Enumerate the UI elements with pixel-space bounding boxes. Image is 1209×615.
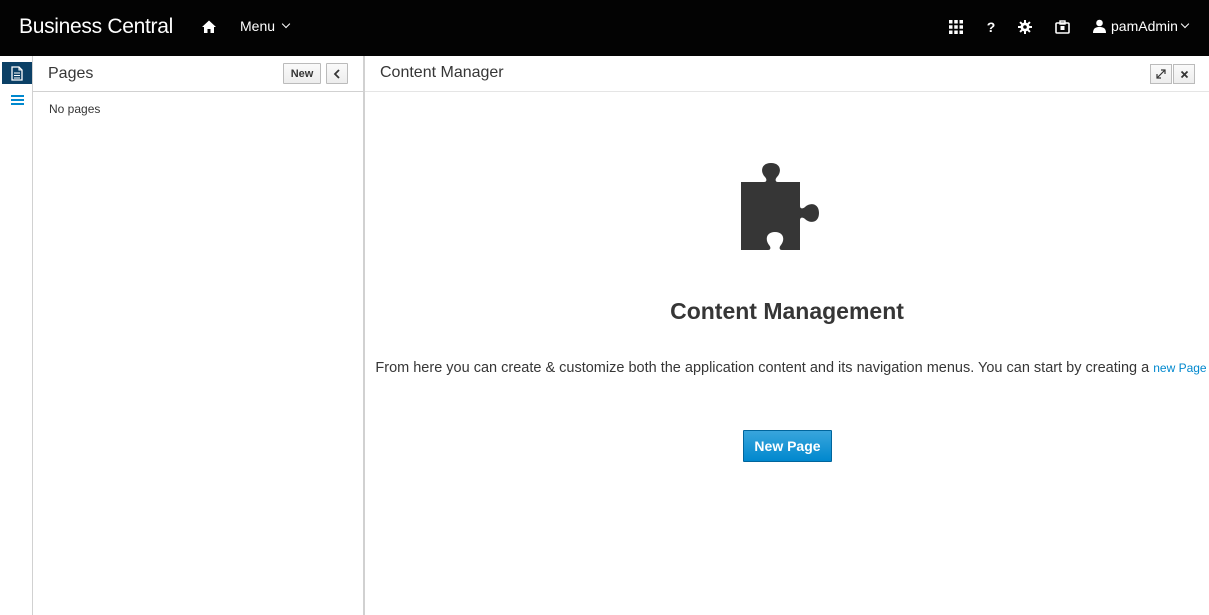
content-management-heading: Content Management — [670, 298, 904, 324]
puzzle-piece-icon — [741, 163, 819, 250]
menu-label: Menu — [240, 18, 276, 34]
apps-grid-icon[interactable] — [947, 18, 965, 36]
expand-icon — [1156, 69, 1166, 79]
chevron-left-icon — [333, 68, 340, 79]
pages-toggle-button[interactable] — [2, 62, 32, 84]
user-menu[interactable]: pamAdmin — [1093, 18, 1190, 34]
chevron-down-icon — [1180, 19, 1190, 29]
empty-pages-message: No pages — [49, 102, 101, 116]
pages-panel-header: Pages New — [33, 56, 363, 92]
chevron-down-icon — [281, 19, 291, 29]
left-icon-rail — [0, 56, 33, 615]
content-panel-title: Content Manager — [380, 64, 504, 81]
close-button[interactable] — [1173, 64, 1195, 84]
tasks-briefcase-icon[interactable] — [1053, 18, 1071, 36]
content-management-description: From here you can create & customize bot… — [371, 357, 1209, 380]
new-page-link[interactable]: new Page — [1153, 361, 1206, 375]
menu-dropdown[interactable]: Menu — [240, 18, 291, 34]
page-icon — [11, 65, 23, 81]
description-text: From here you can create & customize bot… — [375, 360, 1150, 376]
navigation-toggle-button[interactable] — [2, 89, 32, 111]
list-icon — [10, 95, 24, 105]
new-page-small-button[interactable]: New — [283, 63, 321, 84]
new-page-button[interactable]: New Page — [743, 430, 832, 462]
pages-panel: Pages New No pages — [33, 56, 363, 615]
top-navbar: Business Central Menu ? pamAdmin — [0, 0, 1209, 56]
home-icon[interactable] — [201, 19, 217, 35]
close-icon — [1180, 70, 1188, 78]
maximize-button[interactable] — [1150, 64, 1172, 84]
content-manager-panel: Content Manager Content Management From … — [365, 56, 1209, 615]
user-icon — [1093, 19, 1106, 33]
pages-panel-title: Pages — [48, 65, 94, 82]
user-label: pamAdmin — [1111, 18, 1178, 34]
collapse-panel-button[interactable] — [326, 63, 348, 84]
brand-title[interactable]: Business Central — [19, 15, 173, 39]
content-panel-header: Content Manager — [365, 56, 1209, 92]
gear-icon[interactable] — [1016, 18, 1034, 36]
help-icon[interactable]: ? — [982, 18, 1000, 36]
